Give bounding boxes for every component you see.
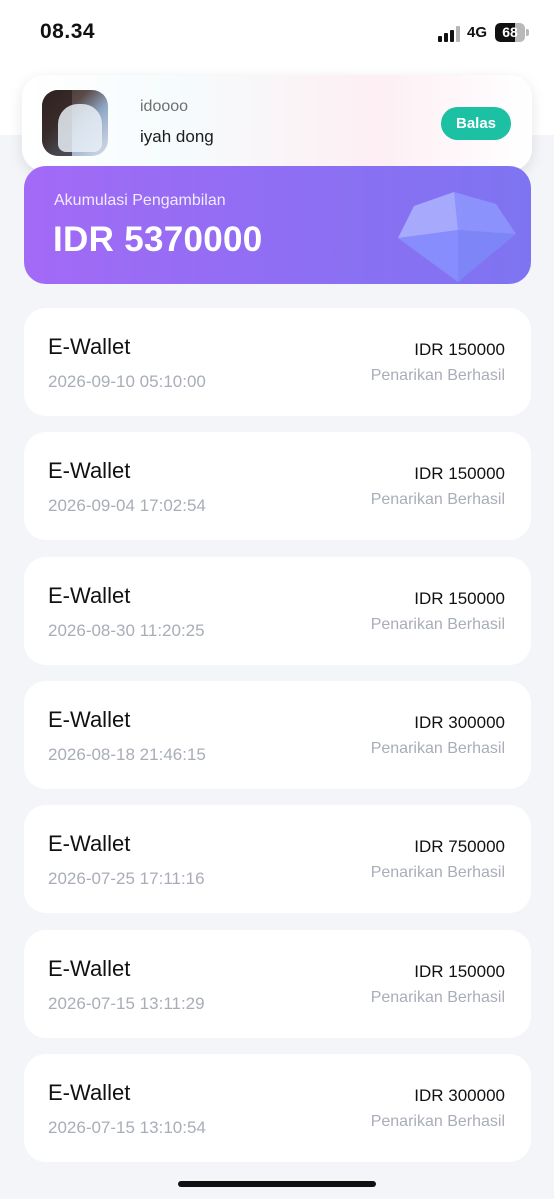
transaction-status: Penarikan Berhasil — [370, 864, 505, 882]
transaction-status: Penarikan Berhasil — [370, 739, 505, 757]
transaction-card[interactable]: E-Wallet 2026-09-10 05:10:00 IDR 150000 Pen… — [24, 308, 531, 416]
network-type-label: 4G — [467, 24, 488, 41]
notification-sender: idoooo — [140, 98, 189, 115]
transaction-amount: IDR 150000 — [414, 340, 505, 359]
transaction-date: 2026-07-15 13:10:54 — [48, 1117, 206, 1137]
transaction-method: E-Wallet — [48, 582, 131, 608]
transaction-status: Penarikan Berhasil — [370, 988, 505, 1006]
transaction-card[interactable]: E-Wallet 2026-07-25 17:11:16 IDR 750000 Pen… — [24, 805, 531, 914]
transaction-status: Penarikan Berhasil — [370, 615, 505, 633]
transaction-amount: IDR 150000 — [414, 961, 505, 981]
transaction-method: E-Wallet — [48, 458, 131, 484]
transaction-amount: IDR 300000 — [414, 1085, 505, 1105]
transaction-date: 2026-07-15 13:11:29 — [48, 993, 205, 1013]
transaction-card[interactable]: E-Wallet 2026-08-30 11:20:25 IDR 150000 Pen… — [24, 556, 531, 665]
transaction-method: E-Wallet — [48, 334, 131, 359]
transaction-method: E-Wallet — [48, 706, 131, 732]
transaction-amount: IDR 150000 — [414, 464, 505, 484]
reply-button[interactable]: Balas — [441, 107, 511, 140]
transaction-date: 2026-07-25 17:11:16 — [48, 869, 205, 889]
withdrawal-summary-card: Akumulasi Pengambilan IDR 5370000 — [24, 166, 531, 284]
transaction-date: 2026-09-04 17:02:54 — [48, 496, 206, 516]
transaction-method: E-Wallet — [48, 1079, 131, 1105]
battery-level-text: 68 — [502, 24, 518, 40]
notification-message: iyah dong — [140, 127, 214, 146]
transaction-method: E-Wallet — [48, 955, 131, 981]
status-time: 08.34 — [40, 20, 96, 43]
transaction-amount: IDR 300000 — [414, 712, 505, 732]
transaction-method: E-Wallet — [48, 831, 131, 857]
transaction-status: Penarikan Berhasil — [370, 367, 505, 384]
transaction-date: 2026-09-10 05:10:00 — [48, 372, 206, 391]
status-bar: 08.34 4G 68 — [0, 0, 554, 66]
message-notification-banner[interactable]: idoooo iyah dong Balas — [22, 75, 532, 171]
transaction-card[interactable]: E-Wallet 2026-08-18 21:46:15 IDR 300000 Pen… — [24, 680, 531, 789]
transaction-date: 2026-08-18 21:46:15 — [48, 744, 206, 764]
battery-icon: 68 — [495, 23, 529, 42]
summary-amount: IDR 5370000 — [53, 220, 263, 259]
cellular-signal-icon — [438, 26, 460, 42]
summary-label: Akumulasi Pengambilan — [54, 192, 226, 209]
transaction-status: Penarikan Berhasil — [370, 491, 505, 509]
home-indicator — [178, 1181, 376, 1187]
diamond-icon — [398, 192, 516, 282]
transaction-card[interactable]: E-Wallet 2026-07-15 13:10:54 IDR 300000 Pen… — [24, 1053, 531, 1162]
sender-avatar — [42, 90, 108, 156]
transaction-amount: IDR 150000 — [414, 588, 505, 608]
transaction-date: 2026-08-30 11:20:25 — [48, 620, 205, 640]
transaction-amount: IDR 750000 — [414, 837, 505, 857]
transaction-card[interactable]: E-Wallet 2026-07-15 13:11:29 IDR 150000 Pen… — [24, 929, 531, 1038]
transaction-status: Penarikan Berhasil — [370, 1112, 505, 1130]
transaction-card[interactable]: E-Wallet 2026-09-04 17:02:54 IDR 150000 Pen… — [24, 432, 531, 541]
